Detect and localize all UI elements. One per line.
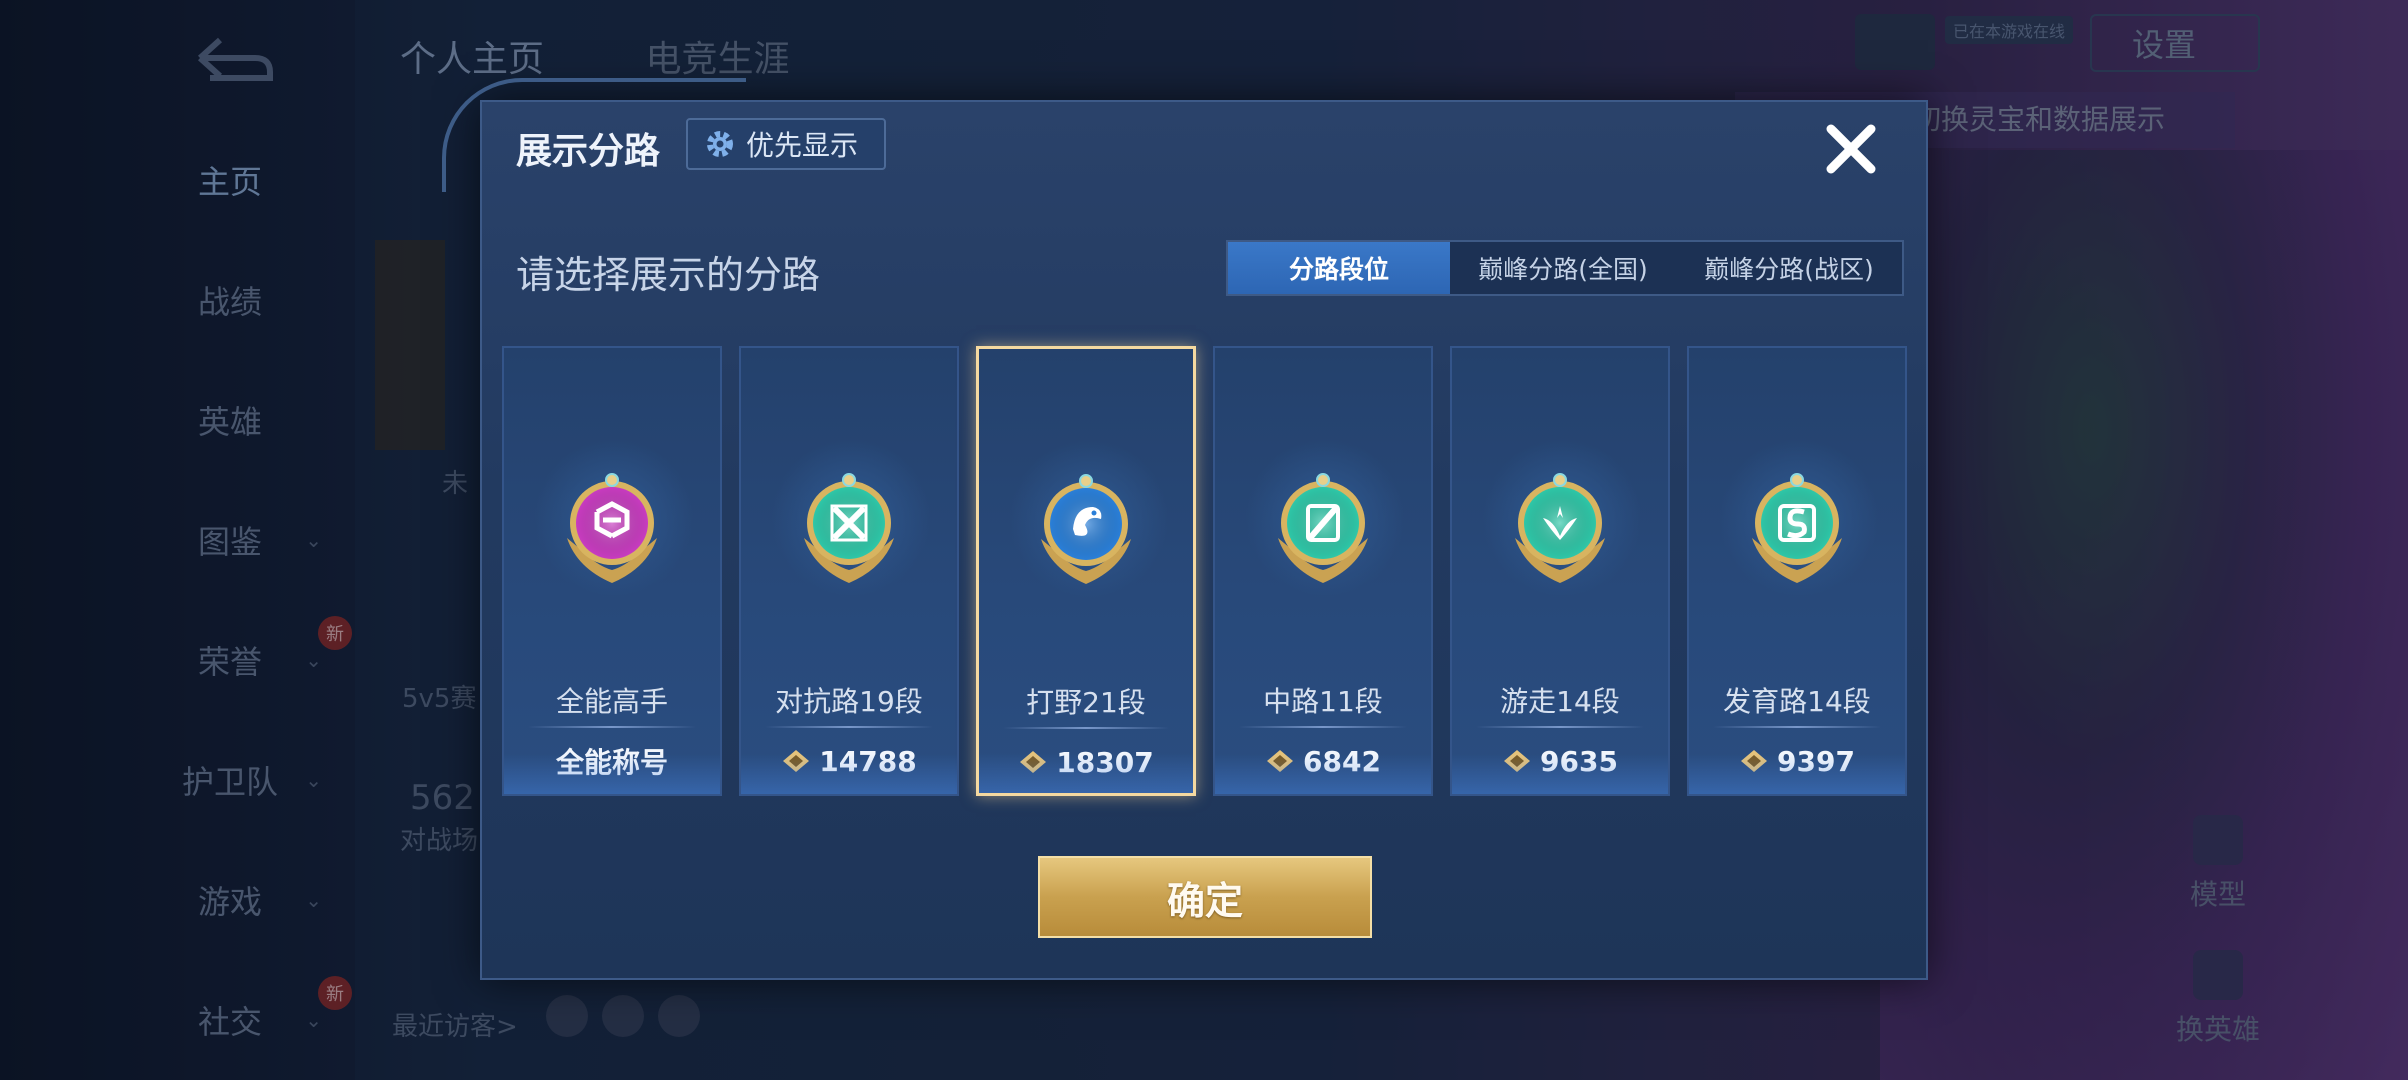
card-divider	[1713, 726, 1881, 728]
lane-rank-label: 对抗路19段	[775, 685, 923, 718]
lane-rank-label: 全能高手	[555, 685, 668, 718]
lane-card-farm-lane[interactable]: 发育路14段9397	[1687, 346, 1907, 796]
dialog-title: 展示分路	[516, 131, 661, 172]
lane-rank-label: 发育路14段	[1723, 685, 1871, 718]
lane-rank-label: 中路11段	[1263, 685, 1383, 718]
card-divider	[765, 726, 933, 728]
close-button[interactable]	[1816, 114, 1886, 184]
lane-emblem-icon	[1278, 473, 1368, 583]
card-bottom-glow	[1215, 754, 1431, 794]
tab-peak-lane-national[interactable]: 巅峰分路(全国)	[1450, 242, 1676, 294]
lane-emblem-icon	[1515, 473, 1605, 583]
lane-card-roam[interactable]: 游走14段9635	[1450, 346, 1670, 796]
lane-rank-label: 游走14段	[1500, 685, 1620, 718]
tab-lane-rank[interactable]: 分路段位	[1228, 242, 1450, 294]
lane-mode-tabs: 分路段位 巅峰分路(全国) 巅峰分路(战区)	[1226, 240, 1904, 296]
card-bottom-glow	[979, 753, 1193, 793]
lane-rank-label: 打野21段	[1026, 686, 1146, 719]
card-divider	[1003, 727, 1169, 729]
card-bottom-glow	[741, 754, 957, 794]
close-icon	[1826, 124, 1876, 174]
lane-emblem-icon	[567, 473, 657, 583]
card-divider	[528, 726, 696, 728]
lane-emblem-icon	[804, 473, 894, 583]
card-bottom-glow	[504, 754, 720, 794]
tab-peak-lane-region[interactable]: 巅峰分路(战区)	[1676, 242, 1902, 294]
card-divider	[1239, 726, 1407, 728]
card-divider	[1476, 726, 1644, 728]
lane-card-all-round[interactable]: 全能高手全能称号	[502, 346, 722, 796]
lane-card-clash-lane[interactable]: 对抗路19段14788	[739, 346, 959, 796]
gear-icon	[707, 131, 733, 157]
lane-emblem-icon	[1752, 473, 1842, 583]
confirm-button[interactable]: 确定	[1038, 856, 1372, 938]
lane-emblem-icon	[1041, 474, 1131, 584]
lane-display-dialog: 展示分路 优先显示 请选择展示的分路 分路段位 巅峰分路(全国) 巅峰分路(战区…	[442, 78, 1928, 980]
section-heading: 请选择展示的分路	[516, 253, 821, 297]
lane-card-jungle[interactable]: 打野21段18307	[976, 346, 1196, 796]
card-bottom-glow	[1689, 754, 1905, 794]
lane-card-mid-lane[interactable]: 中路11段6842	[1213, 346, 1433, 796]
priority-display-button[interactable]: 优先显示	[686, 118, 886, 170]
card-bottom-glow	[1452, 754, 1668, 794]
priority-display-label: 优先显示	[746, 129, 859, 162]
